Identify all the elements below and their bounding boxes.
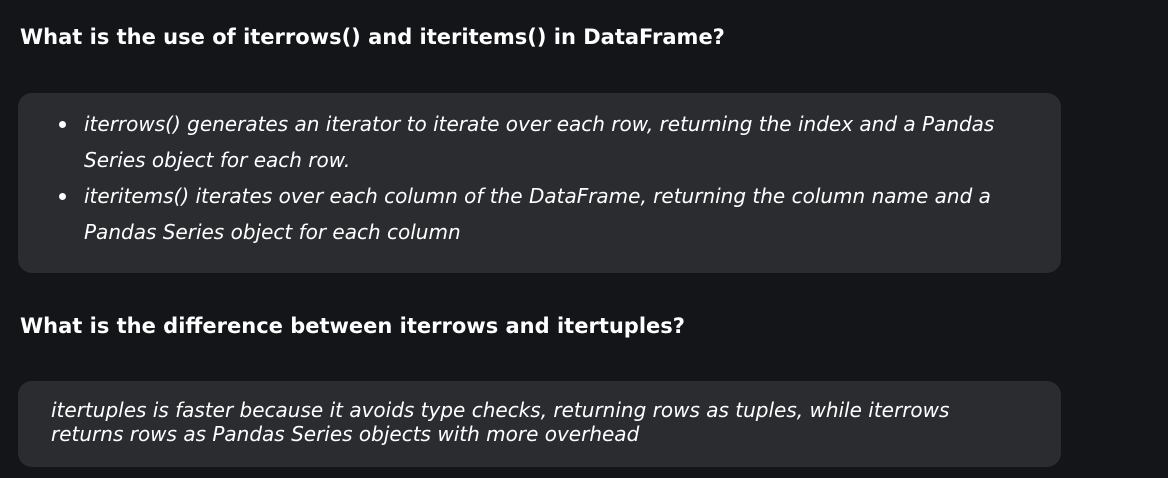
answer-bullet-list: iterrows() generates an iterator to iter…: [18, 106, 1061, 250]
answer-text: itertuples is faster because it avoids t…: [51, 398, 950, 446]
question-heading-iterrows-iteritems: What is the use of iterrows() and iterit…: [20, 25, 725, 49]
answer-bullet-item: iterrows() generates an iterator to iter…: [18, 106, 1061, 178]
answer-bullet-text: iterrows() generates an iterator to iter…: [84, 112, 995, 172]
bullet-dot-icon: [59, 193, 66, 200]
answer-bullet-item: iteritems() iterates over each column of…: [18, 178, 1061, 250]
answer-bullet-text: iteritems() iterates over each column of…: [84, 184, 991, 244]
answer-box-iterrows-itertuples: itertuples is faster because it avoids t…: [18, 381, 1061, 467]
bullet-dot-icon: [59, 121, 66, 128]
question-heading-iterrows-itertuples: What is the difference between iterrows …: [20, 314, 685, 338]
answer-box-iterrows-iteritems: iterrows() generates an iterator to iter…: [18, 93, 1061, 273]
